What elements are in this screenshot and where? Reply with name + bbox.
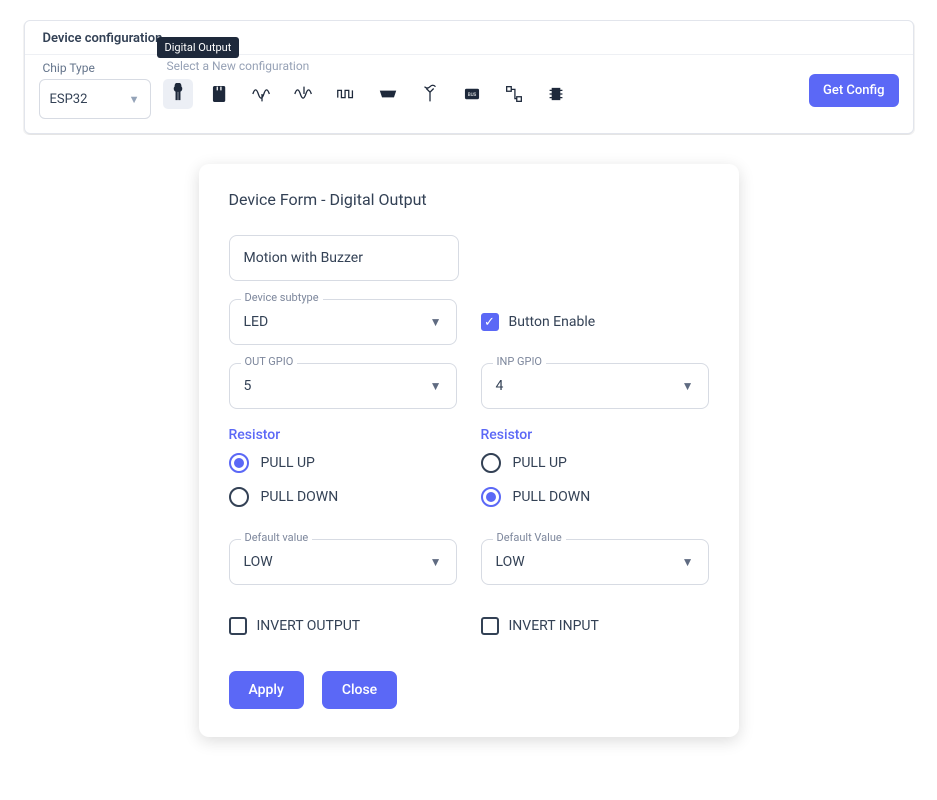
- resistor-right-column: Resistor PULL UP PULL DOWN: [481, 427, 709, 521]
- chevron-down-icon: ▼: [430, 379, 442, 393]
- out-gpio-select[interactable]: 5 ▼: [229, 363, 457, 409]
- pull-up-label: PULL UP: [261, 455, 315, 471]
- chevron-down-icon: ▼: [682, 555, 694, 569]
- apply-button[interactable]: Apply: [229, 671, 304, 709]
- chevron-down-icon: ▼: [430, 555, 442, 569]
- chip-type-field: Chip Type ESP32 ▼: [39, 61, 151, 119]
- antenna-icon[interactable]: [415, 79, 445, 109]
- inp-gpio-field: INP GPIO 4 ▼: [481, 363, 709, 409]
- radio-icon: [481, 453, 501, 473]
- select-config-label: Select a New configuration: [167, 59, 310, 73]
- button-enable-row: ✓ Button Enable: [481, 299, 709, 345]
- default-right-value: LOW: [496, 554, 525, 570]
- default-left-field: Default value LOW ▼: [229, 539, 457, 585]
- default-right-select[interactable]: LOW ▼: [481, 539, 709, 585]
- resistor-left-pullup[interactable]: PULL UP: [229, 453, 457, 473]
- tooltip: Digital Output: [157, 37, 240, 58]
- invert-input-row: ✓ INVERT INPUT: [481, 603, 709, 649]
- network-icon[interactable]: [499, 79, 529, 109]
- button-enable-label: Button Enable: [509, 314, 596, 330]
- inp-gpio-select[interactable]: 4 ▼: [481, 363, 709, 409]
- chip-type-select[interactable]: ESP32 ▼: [39, 79, 151, 119]
- out-gpio-value: 5: [244, 378, 252, 394]
- pull-down-label: PULL DOWN: [513, 489, 591, 505]
- close-button[interactable]: Close: [322, 671, 397, 709]
- analog-input-icon[interactable]: [289, 79, 319, 109]
- out-gpio-label: OUT GPIO: [241, 355, 298, 368]
- digital-input-icon[interactable]: [205, 79, 235, 109]
- chip-type-label: Chip Type: [39, 61, 151, 75]
- resistor-left-column: Resistor PULL UP PULL DOWN: [229, 427, 457, 521]
- device-subtype-select[interactable]: LED ▼: [229, 299, 457, 345]
- pwm-icon[interactable]: [331, 79, 361, 109]
- invert-input-label: INVERT INPUT: [509, 618, 599, 634]
- default-left-select[interactable]: LOW ▼: [229, 539, 457, 585]
- device-subtype-value: LED: [244, 314, 269, 330]
- resistor-right-label: Resistor: [481, 427, 709, 443]
- device-subtype-field: Device subtype LED ▼: [229, 299, 457, 345]
- radio-icon: [481, 487, 501, 507]
- button-enable-checkbox[interactable]: ✓: [481, 313, 499, 331]
- out-gpio-field: OUT GPIO 5 ▼: [229, 363, 457, 409]
- chevron-down-icon: ▼: [129, 93, 140, 106]
- analog-output-icon[interactable]: [247, 79, 277, 109]
- radio-icon: [229, 453, 249, 473]
- chip-type-value: ESP32: [50, 92, 88, 107]
- invert-output-label: INVERT OUTPUT: [257, 618, 361, 634]
- invert-output-row: ✓ INVERT OUTPUT: [229, 603, 457, 649]
- resistor-right-pullup[interactable]: PULL UP: [481, 453, 709, 473]
- invert-input-checkbox[interactable]: ✓: [481, 617, 499, 635]
- config-icon-bar: Select a New configuration Digital Outpu…: [163, 61, 798, 109]
- digital-output-icon[interactable]: [163, 79, 193, 109]
- pull-down-label: PULL DOWN: [261, 489, 339, 505]
- resistor-left-label: Resistor: [229, 427, 457, 443]
- default-right-field: Default Value LOW ▼: [481, 539, 709, 585]
- invert-output-checkbox[interactable]: ✓: [229, 617, 247, 635]
- chevron-down-icon: ▼: [682, 379, 694, 393]
- resistor-left-pulldown[interactable]: PULL DOWN: [229, 487, 457, 507]
- serial-icon[interactable]: [373, 79, 403, 109]
- default-left-value: LOW: [244, 554, 273, 570]
- pull-up-label: PULL UP: [513, 455, 567, 471]
- get-config-button[interactable]: Get Config: [809, 74, 898, 107]
- default-left-label: Default value: [241, 531, 313, 544]
- bus-icon[interactable]: BUS: [457, 79, 487, 109]
- svg-text:BUS: BUS: [467, 92, 476, 98]
- device-subtype-label: Device subtype: [241, 291, 323, 304]
- inp-gpio-label: INP GPIO: [493, 355, 547, 368]
- device-name-input[interactable]: [229, 235, 459, 281]
- device-form-modal: Device Form - Digital Output Device subt…: [199, 164, 739, 737]
- device-config-card: Device configuration Chip Type ESP32 ▼ S…: [24, 20, 914, 134]
- inp-gpio-value: 4: [496, 378, 504, 394]
- default-right-label: Default Value: [493, 531, 566, 544]
- chip-icon[interactable]: [541, 79, 571, 109]
- radio-icon: [229, 487, 249, 507]
- chevron-down-icon: ▼: [430, 315, 442, 329]
- modal-title: Device Form - Digital Output: [229, 190, 709, 209]
- resistor-right-pulldown[interactable]: PULL DOWN: [481, 487, 709, 507]
